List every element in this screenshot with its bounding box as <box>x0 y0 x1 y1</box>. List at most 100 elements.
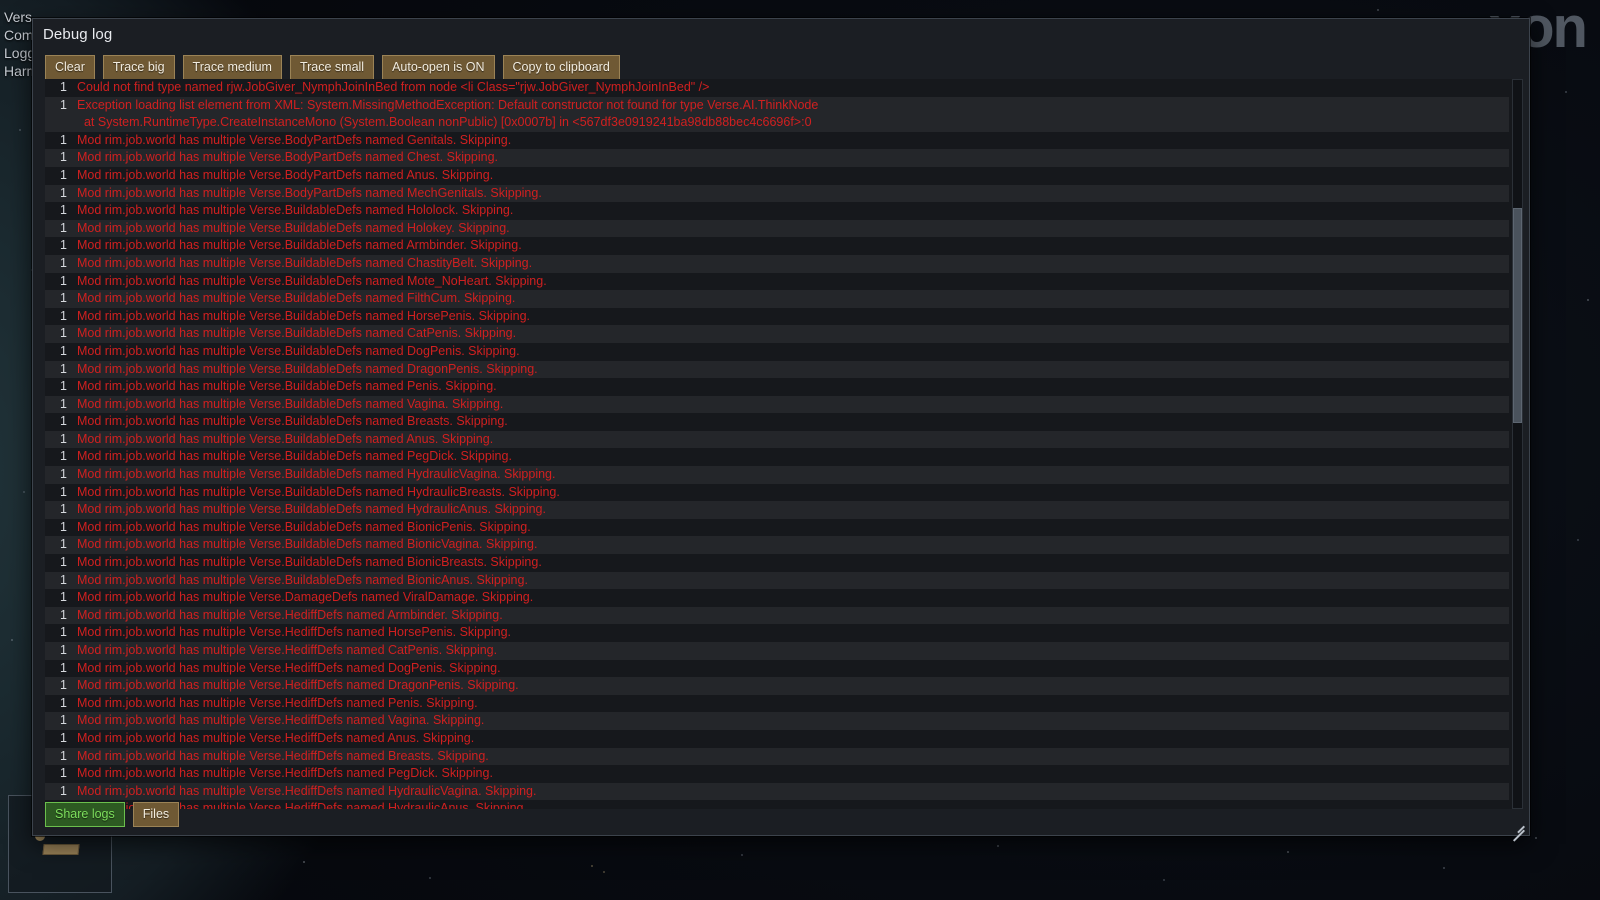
log-entry-message: Mod rim.job.world has multiple Verse.Bod… <box>77 132 512 147</box>
log-entry-row[interactable]: 1 Mod rim.job.world has multiple Verse.Bo… <box>45 184 1509 203</box>
log-entry-message: Mod rim.job.world has multiple Verse.Hed… <box>77 643 498 657</box>
copy-to-clipboard-button[interactable]: Copy to clipboard <box>502 55 620 81</box>
trace-big-button[interactable]: Trace big <box>102 55 175 81</box>
log-entry-row[interactable]: 1 Mod rim.job.world has multiple Verse.Bo… <box>45 166 1509 185</box>
log-entry-message: Mod rim.job.world has multiple Verse.Hed… <box>77 607 503 622</box>
log-entry-row[interactable]: 1 Mod rim.job.world has multiple Verse.Bu… <box>45 395 1509 414</box>
log-entry-row[interactable]: 1 Mod rim.job.world has multiple Verse.Bu… <box>45 307 1509 326</box>
log-entry-count: 1 <box>60 713 67 728</box>
log-entry-row[interactable]: 1 Mod rim.job.world has multiple Verse.Bo… <box>45 131 1509 150</box>
log-entry-row[interactable]: 1 Mod rim.job.world has multiple Verse.Bu… <box>45 518 1509 537</box>
log-entry-row[interactable]: 1 Mod rim.job.world has multiple Verse.Bu… <box>45 325 1509 343</box>
log-entry-row[interactable]: 1 Mod rim.job.world has multiple Verse.He… <box>45 606 1509 625</box>
log-entry-row[interactable]: 1 Mod rim.job.world has multiple Verse.He… <box>45 765 1509 783</box>
log-entry-row[interactable]: 1 Mod rim.job.world has multiple Verse.Bu… <box>45 483 1509 502</box>
log-entry-count: 1 <box>60 97 67 112</box>
log-entry-row[interactable]: 1 Mod rim.job.world has multiple Verse.He… <box>45 642 1509 660</box>
log-entry-count: 1 <box>60 308 67 323</box>
log-entry-count: 1 <box>60 414 67 429</box>
log-entry-count: 1 <box>60 326 67 341</box>
log-entry-row[interactable]: 1 Mod rim.job.world has multiple Verse.Bu… <box>45 378 1509 396</box>
log-scrollbar-thumb[interactable] <box>1513 208 1522 423</box>
log-entry-row[interactable]: 1Mod rim.job.world has multiple Verse.He… <box>45 624 1509 642</box>
log-entry-count: 1 <box>60 220 67 235</box>
log-entry-message: Mod rim.job.world has multiple Verse.Bui… <box>77 519 531 534</box>
log-entry-message: Mod rim.job.world has multiple Verse.Bui… <box>77 326 517 341</box>
auto-open-toggle-button[interactable]: Auto-open is ON <box>382 55 495 81</box>
log-entry-count: 1 <box>60 396 67 411</box>
log-entry-count: 1 <box>60 467 67 482</box>
log-entry-message: Exception loading list element from XML:… <box>77 97 819 130</box>
log-entry-row[interactable]: 1 Could not find type named rjw.JobGiver_… <box>45 79 1509 97</box>
log-entry-row[interactable]: 1 Mod rim.job.world has multiple Verse.Bu… <box>45 219 1509 238</box>
log-entry-message: Mod rim.job.world has multiple Verse.Hed… <box>77 695 478 710</box>
log-entry-row[interactable]: 1 Mod rim.job.world has multiple Verse.Bu… <box>45 272 1509 291</box>
log-entry-count: 1 <box>60 80 67 94</box>
log-entry-count: 1 <box>60 643 67 657</box>
clear-button[interactable]: Clear <box>45 55 95 81</box>
debug-log-bottom-bar: Share logs Files <box>45 801 180 827</box>
log-entry-count: 1 <box>60 607 67 622</box>
log-entry-row[interactable]: 1 Mod rim.job.world has multiple Verse.Bu… <box>45 254 1509 273</box>
log-scrollbar-track[interactable] <box>1512 79 1523 809</box>
log-entry-count: 1 <box>60 255 67 270</box>
log-entry-row[interactable]: 1Mod rim.job.world has multiple Verse.He… <box>45 747 1509 766</box>
files-button[interactable]: Files <box>132 801 180 827</box>
log-entry-count: 1 <box>60 379 67 394</box>
log-entry-message: Could not find type named rjw.JobGiver_N… <box>77 80 710 94</box>
trace-small-button[interactable]: Trace small <box>289 55 375 81</box>
log-entry-row[interactable]: 1 Exception loading list element from XML… <box>45 96 1509 132</box>
window-title: Debug log <box>43 26 113 43</box>
log-entry-message: Mod rim.job.world has multiple Verse.Bui… <box>77 343 520 358</box>
log-entry-message: Mod rim.job.world has multiple Verse.Bui… <box>77 220 510 235</box>
log-entry-message: Mod rim.job.world has multiple Verse.Bui… <box>77 467 556 482</box>
log-entry-row[interactable]: 1 Mod rim.job.world has multiple Verse.Bu… <box>45 290 1509 308</box>
log-entry-row[interactable]: 1 Mod rim.job.world has multiple Verse.Bu… <box>45 448 1509 467</box>
log-entry-message: Mod rim.job.world has multiple Verse.Bui… <box>77 379 497 394</box>
log-entry-message: Mod rim.job.world has multiple Verse.Bui… <box>77 449 512 464</box>
log-entry-message: Mod rim.job.world has multiple Verse.Bui… <box>77 484 560 499</box>
log-entry-row[interactable]: 1Mod rim.job.world has multiple Verse.He… <box>45 712 1509 730</box>
share-logs-button[interactable]: Share logs <box>45 801 125 827</box>
log-entry-row[interactable]: 1Mod rim.job.world has multiple Verse.He… <box>45 782 1509 801</box>
log-scroll-area[interactable]: 1 Could not find type named rjw.JobGiver_… <box>45 79 1519 809</box>
log-entry-count: 1 <box>60 185 67 200</box>
log-entry-count: 1 <box>60 695 67 710</box>
log-entry-message: Mod rim.job.world has multiple Verse.Hed… <box>77 748 489 763</box>
log-entry-row[interactable]: 1 Mod rim.job.world has multiple Verse.Bu… <box>45 554 1509 572</box>
log-entry-message: Mod rim.job.world has multiple Verse.Hed… <box>77 660 501 675</box>
debug-log-toolbar: Clear Trace big Trace medium Trace small Aut… <box>45 55 620 81</box>
log-entry-row[interactable]: 1 Mod rim.job.world has multiple Verse.Bu… <box>45 413 1509 431</box>
log-entry-row[interactable]: 1 Mod rim.job.world has multiple Verse.Bu… <box>45 202 1509 220</box>
log-entry-message: Mod rim.job.world has multiple Verse.Bui… <box>77 431 494 446</box>
log-entry-row[interactable]: 1 Mod rim.job.world has multiple Verse.Bu… <box>45 536 1509 555</box>
log-entry-message: Mod rim.job.world has multiple Verse.Bui… <box>77 537 538 552</box>
log-entry-count: 1 <box>60 572 67 587</box>
log-entry-row[interactable]: 1Mod rim.job.world has multiple Verse.He… <box>45 800 1509 809</box>
log-entry-row[interactable]: 1Mod rim.job.world has multiple Verse.He… <box>45 659 1509 678</box>
window-resize-grip[interactable] <box>1510 816 1526 842</box>
log-entry-count: 1 <box>60 590 67 605</box>
log-entry-count: 1 <box>60 167 67 182</box>
log-entry-message: Mod rim.job.world has multiple Verse.Hed… <box>77 730 475 745</box>
log-entry-row[interactable]: 1 Mod rim.job.world has multiple Verse.Bu… <box>45 571 1509 590</box>
log-entry-count: 1 <box>60 555 67 570</box>
log-entry-row[interactable]: 1 Mod rim.job.world has multiple Verse.Bu… <box>45 466 1509 484</box>
log-entry-count: 1 <box>60 203 67 218</box>
log-entry-row[interactable]: 1 Mod rim.job.world has multiple Verse.Bu… <box>45 360 1509 379</box>
log-entry-row[interactable]: 1Mod rim.job.world has multiple Verse.He… <box>45 729 1509 748</box>
log-entry-row[interactable]: 1 Mod rim.job.world has multiple Verse.Bo… <box>45 149 1509 167</box>
log-entry-message: Mod rim.job.world has multiple Verse.Bod… <box>77 185 542 200</box>
log-entry-row[interactable]: 1 Mod rim.job.world has multiple Verse.Bu… <box>45 342 1509 361</box>
log-entry-row[interactable]: 1 Mod rim.job.world has multiple Verse.He… <box>45 694 1509 713</box>
log-entry-row[interactable]: 1 Mod rim.job.world has multiple Verse.Da… <box>45 589 1509 607</box>
log-entry-count: 1 <box>60 766 67 781</box>
trace-medium-button[interactable]: Trace medium <box>182 55 282 81</box>
log-entry-row[interactable]: 1Mod rim.job.world has multiple Verse.He… <box>45 677 1509 695</box>
log-entry-row[interactable]: 1 Mod rim.job.world has multiple Verse.Bu… <box>45 237 1509 255</box>
log-entry-row[interactable]: 1 Mod rim.job.world has multiple Verse.Bu… <box>45 501 1509 519</box>
log-entry-message: Mod rim.job.world has multiple Verse.Bui… <box>77 291 516 306</box>
log-entry-message: Mod rim.job.world has multiple Verse.Hed… <box>77 766 493 781</box>
log-entry-row[interactable]: 1 Mod rim.job.world has multiple Verse.Bu… <box>45 430 1509 449</box>
log-entry-count: 1 <box>60 361 67 376</box>
